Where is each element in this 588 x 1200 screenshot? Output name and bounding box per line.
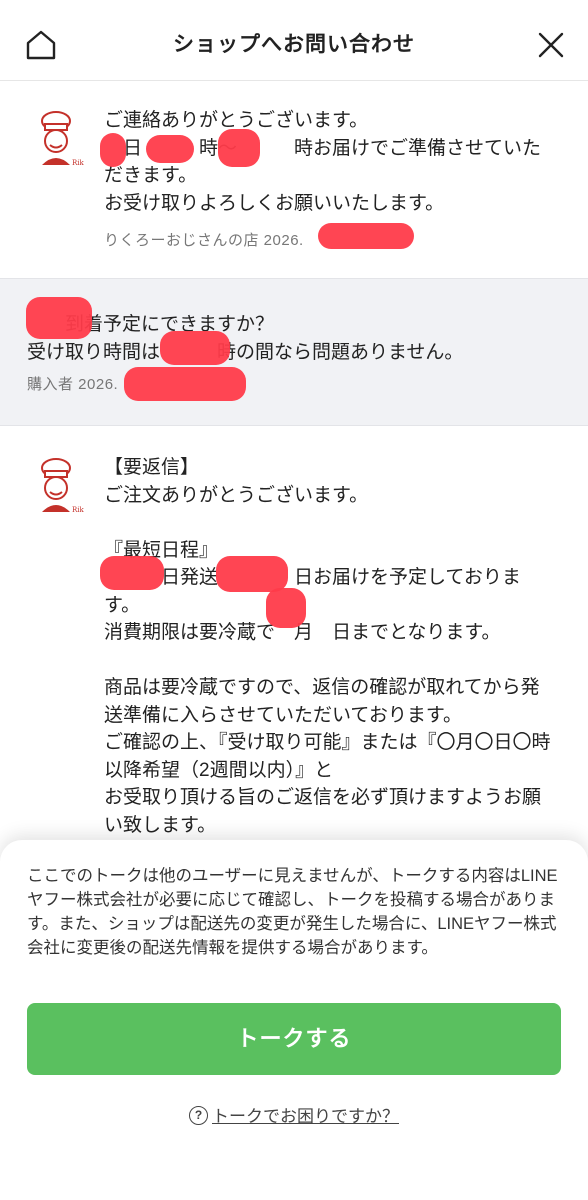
message-text: 到着予定にできますか？ 受け取り時間は 時の間なら問題ありません。: [27, 314, 464, 363]
redaction-mark: [146, 135, 194, 163]
svg-text:Rikuro: Rikuro: [72, 506, 84, 514]
redaction-mark: [100, 556, 164, 590]
message-text: 【要返信】 ご注文ありがとうございます。 『最短日程』 日発送 日お届けを予定し…: [104, 457, 551, 891]
redaction-mark: [100, 133, 126, 167]
page-title: ショップへお問い合わせ: [173, 33, 415, 56]
talk-button[interactable]: トークする: [27, 1003, 561, 1075]
question-circle-icon: ?: [189, 1106, 208, 1126]
svg-text:Rikuro: Rikuro: [72, 159, 84, 167]
shop-avatar-icon: Rikuro: [41, 458, 84, 514]
help-link-row[interactable]: ? トークでお困りですか？: [0, 1102, 588, 1127]
message-meta: 購入者 2026.: [27, 376, 119, 393]
redaction-mark: [160, 331, 230, 365]
message-meta: りくろーおじさんの店 2026.: [104, 232, 304, 249]
close-icon[interactable]: [536, 30, 566, 60]
shop-avatar-icon: Rikuro: [41, 111, 84, 167]
message-buyer-1: 到着予定にできますか？ 受け取り時間は 時の間なら問題ありません。 購入者 20…: [0, 278, 588, 426]
redaction-mark: [26, 297, 92, 339]
redaction-mark: [124, 367, 246, 401]
redaction-mark: [318, 223, 414, 249]
redaction-mark: [218, 129, 260, 167]
privacy-notice: ここでのトークは他のユーザーに見えませんが、トークする内容はLINEヤフー株式会…: [27, 867, 558, 957]
app-header: ショップへお問い合わせ: [0, 0, 588, 81]
help-link[interactable]: トークでお困りですか？: [212, 1107, 399, 1126]
bottom-sheet: ここでのトークは他のユーザーに見えませんが、トークする内容はLINEヤフー株式会…: [0, 840, 588, 1200]
message-shop-2: Rikuro 【要返信】 ご注文ありがとうございます。 『最短日程』 日発送 日…: [0, 426, 588, 891]
redaction-mark: [266, 588, 306, 628]
message-shop-1: Rikuro ご連絡ありがとうございます。 日 時〜 時お届けでご準備させていた…: [0, 81, 588, 278]
redaction-mark: [216, 556, 288, 592]
